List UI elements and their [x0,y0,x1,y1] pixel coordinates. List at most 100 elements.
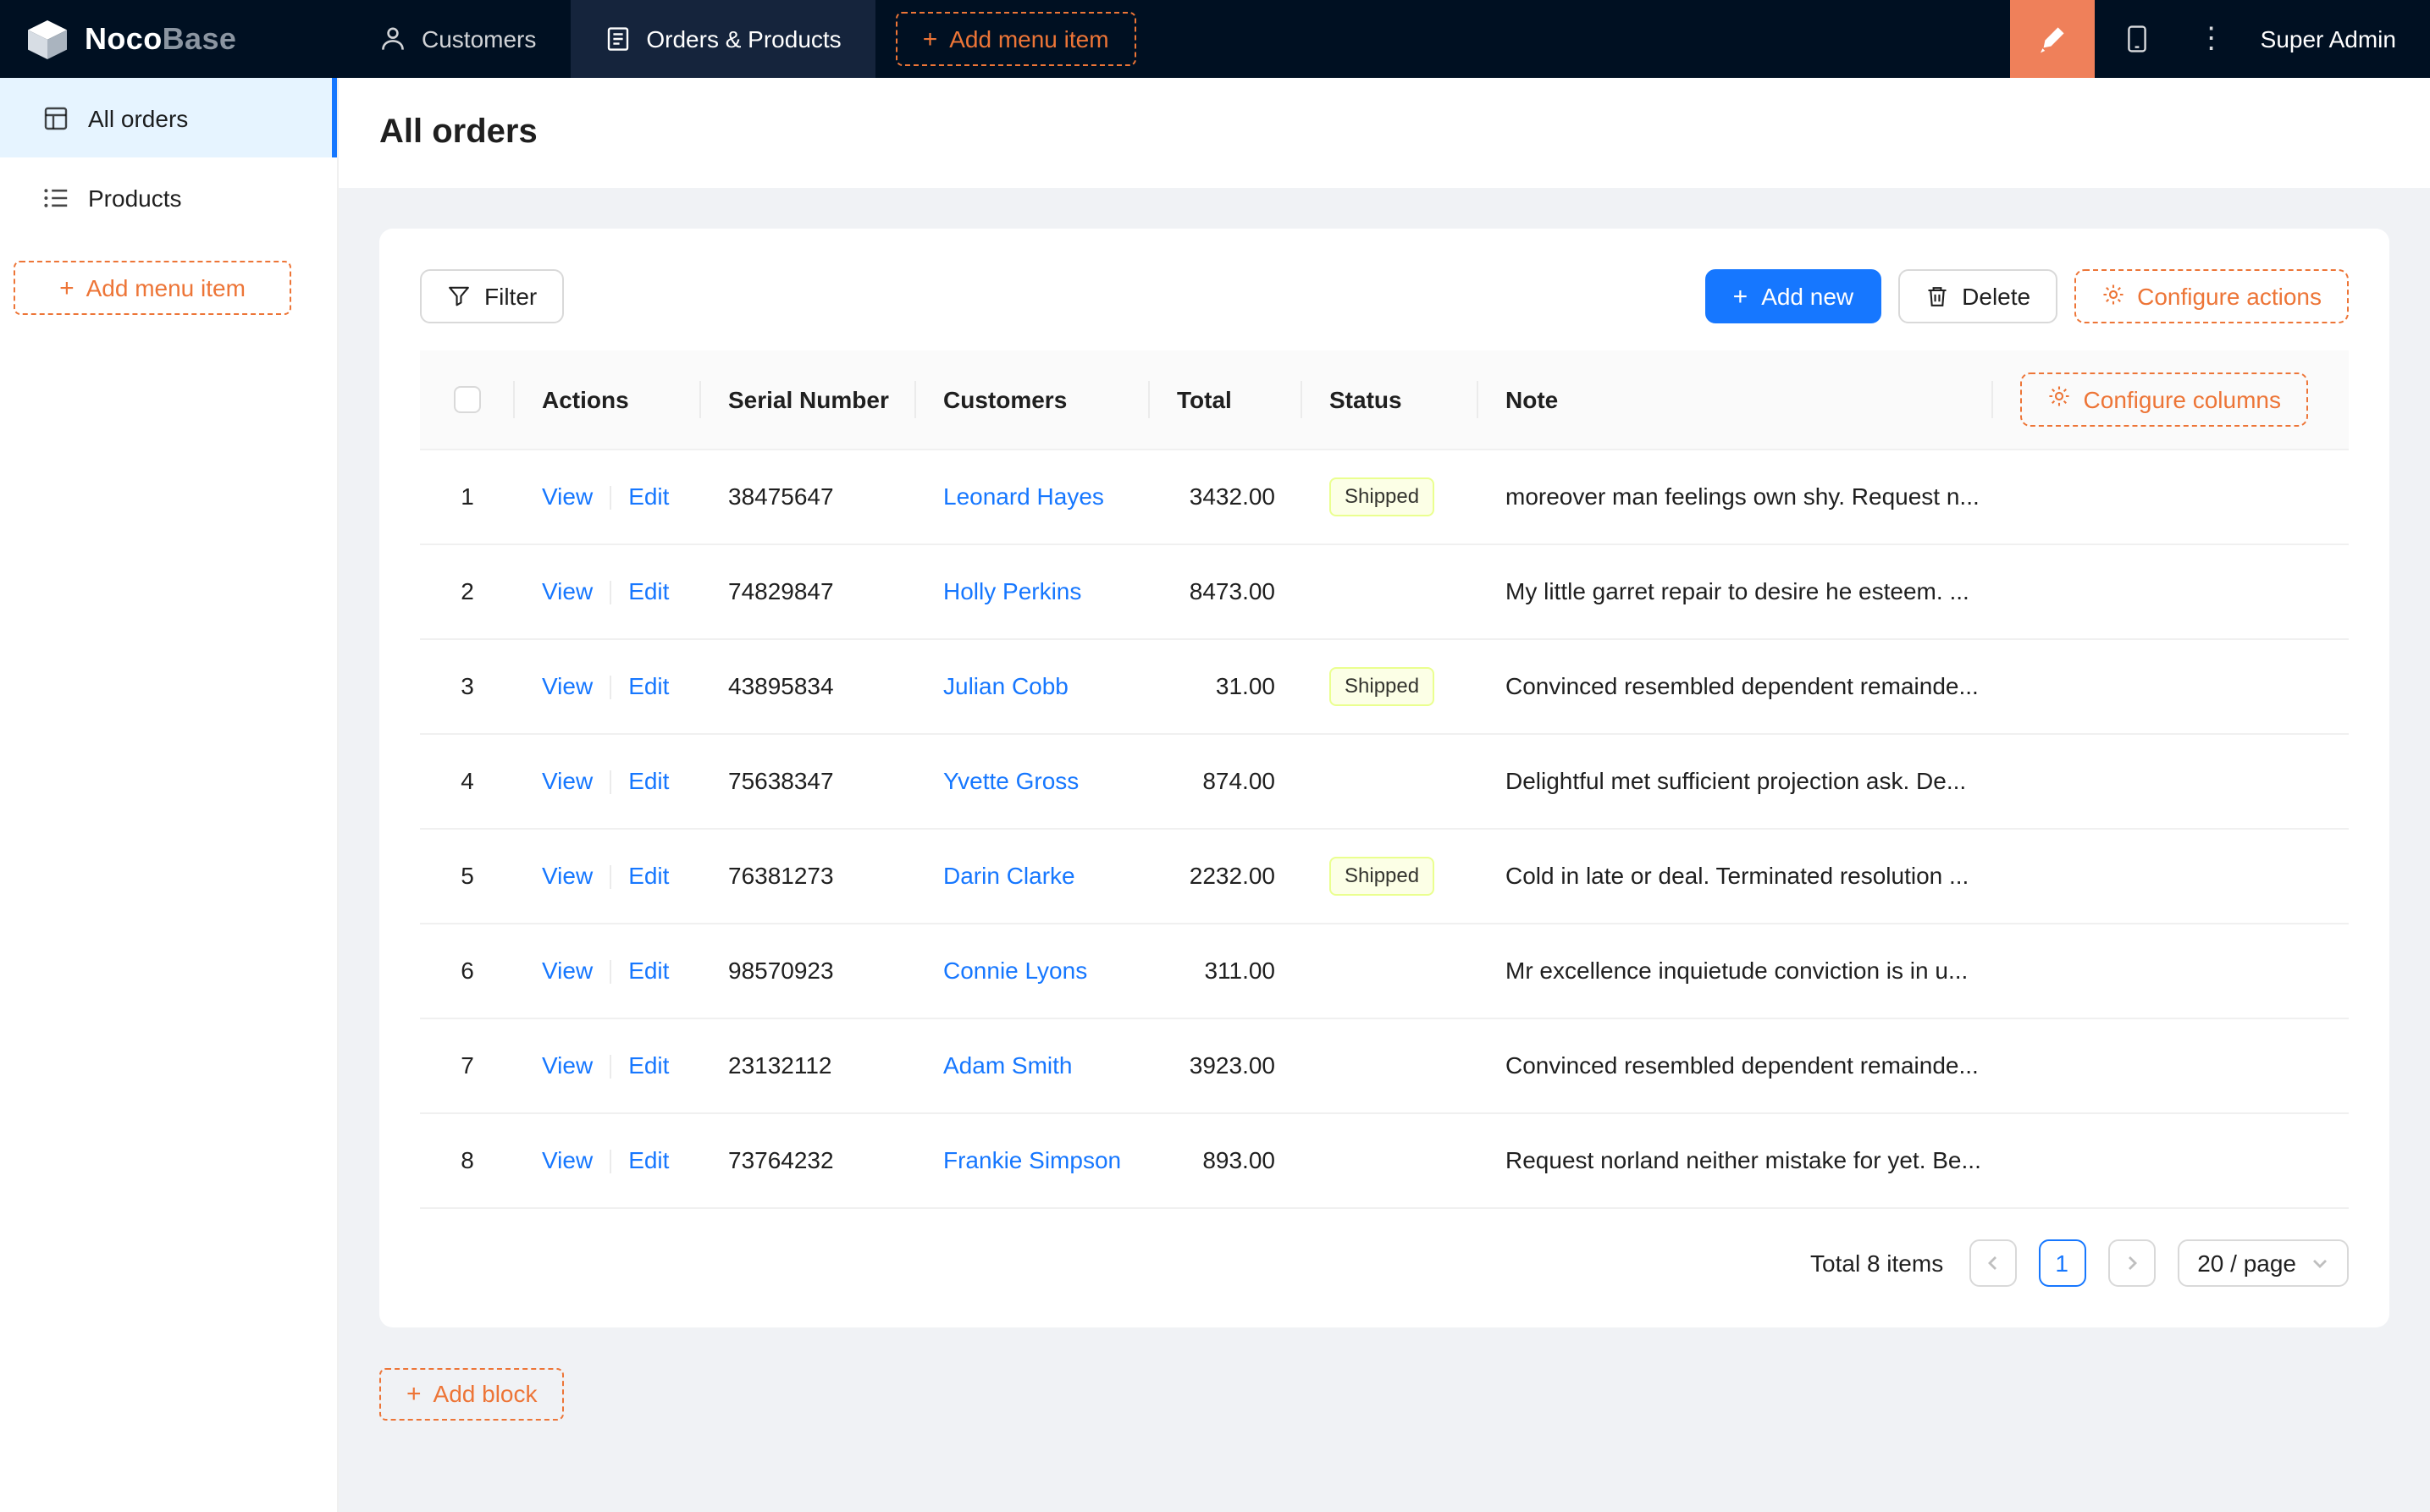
toolbar-actions: + Add new Delete Configure actions [1705,269,2349,323]
column-header-customers: Customers [916,350,1150,450]
total-cell: 8473.00 [1150,544,1302,639]
table-row: 6 View Edit 98570923 Connie Lyons 311.00 Mr ex… [420,923,2349,1018]
table-row: 4 View Edit 75638347 Yvette Gross 874.00 Delig… [420,733,2349,829]
page-header: All orders [339,78,2430,188]
tablet-icon [2122,24,2152,54]
row-index-cell: 4 [420,733,515,829]
top-menu-item-label: Orders & Products [646,25,842,52]
customer-link[interactable]: Frankie Simpson [943,1146,1121,1173]
table-header-row: Actions Serial Number Customers Total St… [420,350,2349,450]
customers-icon [379,25,406,52]
delete-label: Delete [1962,283,2031,310]
view-link[interactable]: View [542,862,593,889]
column-header-actions: Actions [515,350,701,450]
pagination-page-1[interactable]: 1 [2038,1239,2086,1286]
customer-cell: Leonard Hayes [916,449,1150,544]
customer-cell: Yvette Gross [916,733,1150,829]
customer-link[interactable]: Adam Smith [943,1051,1073,1079]
row-index-cell: 2 [420,544,515,639]
customer-cell: Adam Smith [916,1018,1150,1113]
row-index-cell: 6 [420,923,515,1018]
view-link[interactable]: View [542,483,593,510]
row-index-cell: 7 [420,1018,515,1113]
configure-actions-button[interactable]: Configure actions [2074,269,2349,323]
view-link[interactable]: View [542,1051,593,1079]
customer-link[interactable]: Leonard Hayes [943,483,1104,510]
edit-link[interactable]: Edit [628,1146,669,1173]
action-divider [610,676,612,700]
action-divider [610,581,612,605]
note-cell: Delightful met sufficient projection ask… [1478,733,1993,829]
add-block-button[interactable]: + Add block [379,1367,565,1420]
edit-link[interactable]: Edit [628,767,669,794]
serial-number-cell: 98570923 [701,923,916,1018]
add-menu-item-button-header[interactable]: + Add menu item [895,12,1136,66]
status-badge: Shipped [1329,477,1435,516]
total-cell: 893.00 [1150,1112,1302,1208]
note-cell: Cold in late or deal. Terminated resolut… [1478,828,1993,924]
view-link[interactable]: View [542,672,593,699]
filter-button[interactable]: Filter [420,269,565,323]
logo[interactable]: NocoBase [0,0,339,78]
table-row: 1 View Edit 38475647 Leonard Hayes 3432.00 Shi… [420,449,2349,544]
note-cell: Convinced resembled dependent remainde..… [1478,1018,1993,1113]
edit-link[interactable]: Edit [628,483,669,510]
delete-button[interactable]: Delete [1897,269,2058,323]
column-header-note: Note [1478,350,1993,450]
app-root: NocoBase Customers Orders & Products + A… [0,0,2430,1512]
row-actions-cell: View Edit [515,923,701,1018]
user-menu[interactable]: Super Admin [2244,0,2430,78]
view-link[interactable]: View [542,767,593,794]
trash-icon [1925,284,1948,308]
sidebar-item-label: Products [88,184,182,211]
row-index-cell: 1 [420,449,515,544]
serial-number-cell: 23132112 [701,1018,916,1113]
table-row: 3 View Edit 43895834 Julian Cobb 31.00 Shipped… [420,638,2349,734]
mobile-preview-button[interactable] [2095,0,2179,78]
plus-icon: + [1732,282,1748,311]
ui-editor-button[interactable] [2009,0,2095,78]
serial-number-cell: 76381273 [701,828,916,924]
column-header-serial: Serial Number [701,350,916,450]
view-link[interactable]: View [542,577,593,604]
more-menu-button[interactable]: ⋮ [2179,0,2244,78]
add-block-label: Add block [433,1380,538,1407]
customer-link[interactable]: Holly Perkins [943,577,1081,604]
customer-link[interactable]: Julian Cobb [943,672,1069,699]
serial-number-cell: 75638347 [701,733,916,829]
pagination-prev-button[interactable] [1969,1239,2017,1286]
sidebar-item-products[interactable]: Products [0,157,337,237]
select-all-checkbox[interactable] [454,386,481,414]
total-cell: 874.00 [1150,733,1302,829]
sidebar-item-all-orders[interactable]: All orders [0,78,337,157]
configure-columns-button[interactable]: Configure columns [2020,372,2308,427]
products-list-icon [42,184,69,211]
row-actions-cell: View Edit [515,449,701,544]
page-size-select[interactable]: 20 / page [2177,1239,2349,1286]
customer-link[interactable]: Darin Clarke [943,862,1075,889]
note-cell: Convinced resembled dependent remainde..… [1478,638,1993,734]
edit-link[interactable]: Edit [628,862,669,889]
view-link[interactable]: View [542,1146,593,1173]
row-tail-cell [1993,638,2349,734]
edit-link[interactable]: Edit [628,672,669,699]
orders-table: Actions Serial Number Customers Total St… [420,350,2349,1208]
plus-icon: + [59,273,75,302]
serial-number-cell: 43895834 [701,638,916,734]
total-cell: 3923.00 [1150,1018,1302,1113]
view-link[interactable]: View [542,957,593,984]
add-menu-item-button-sidebar[interactable]: + Add menu item [14,261,291,315]
status-cell: Shipped [1302,449,1478,544]
top-menu-item-customers[interactable]: Customers [345,0,570,78]
edit-link[interactable]: Edit [628,577,669,604]
orders-products-icon [604,25,631,52]
customer-link[interactable]: Yvette Gross [943,767,1079,794]
row-actions-cell: View Edit [515,638,701,734]
customer-link[interactable]: Connie Lyons [943,957,1087,984]
pagination-next-button[interactable] [2107,1239,2156,1286]
edit-link[interactable]: Edit [628,1051,669,1079]
top-menu-item-orders-products[interactable]: Orders & Products [570,0,875,78]
edit-link[interactable]: Edit [628,957,669,984]
add-new-button[interactable]: + Add new [1705,269,1881,323]
note-cell: moreover man feelings own shy. Request n… [1478,449,1993,544]
